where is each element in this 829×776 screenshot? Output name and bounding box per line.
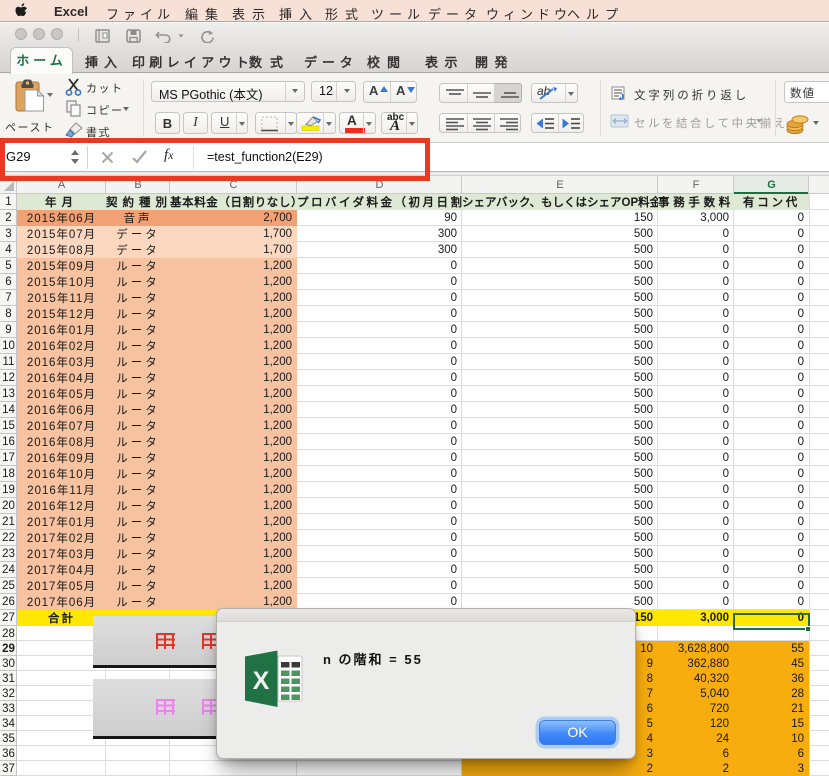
svg-text:X: X xyxy=(253,667,270,695)
